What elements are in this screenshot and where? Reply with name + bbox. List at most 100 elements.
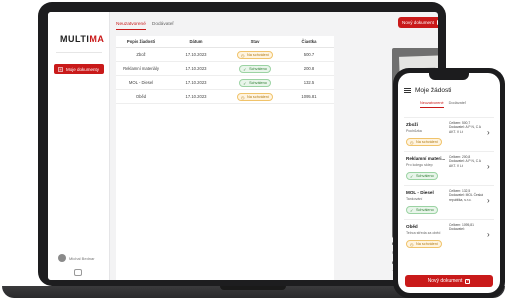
status-text: Schváleno bbox=[416, 208, 434, 212]
card-details: Celkem: 500,7 Dodavatel: A P N, C A AKT.… bbox=[449, 121, 482, 134]
status-text: Schváleno bbox=[249, 80, 267, 85]
status-text: Schváleno bbox=[416, 174, 434, 178]
mobile-header: Moje žádosti bbox=[404, 87, 452, 94]
mobile-list-item[interactable]: Zboží Pochůzka ◷ Na schválení Celkem: 500… bbox=[404, 117, 494, 149]
tab-open[interactable]: Neuzatvorené bbox=[116, 22, 146, 30]
sidebar: MULTIMA Moje dokumenty Michal Bednar bbox=[48, 12, 110, 280]
row-amount: 132.5 bbox=[303, 80, 315, 85]
laptop-base-lip bbox=[220, 286, 286, 290]
card-subtitle: Pochůzka bbox=[406, 129, 422, 133]
user-name: Michal Bednar bbox=[69, 255, 95, 261]
status-badge: ◷ Na schválení bbox=[237, 50, 273, 59]
clock-icon: ◷ bbox=[241, 95, 245, 100]
check-icon: ✓ bbox=[243, 81, 247, 86]
table-row[interactable]: Zbož 17.10.2023 ◷ Na schválení 500.7 bbox=[116, 48, 334, 62]
new-document-button[interactable]: Nový dokument + bbox=[398, 17, 438, 28]
check-icon: ✓ bbox=[243, 67, 247, 72]
laptop-camera-notch bbox=[228, 2, 280, 11]
status-badge: ◷ Na schválení bbox=[406, 240, 442, 248]
chevron-right-icon[interactable]: › bbox=[487, 230, 490, 239]
table-row[interactable]: Oběd 17.10.2023 ◷ Na schválení 1095.81 bbox=[116, 90, 334, 104]
clock-icon: ◷ bbox=[410, 141, 414, 145]
row-description: Zbož bbox=[136, 52, 146, 57]
tab-bar: Neuzatvorené Dodávateľ bbox=[116, 22, 174, 30]
row-status: ✓ Schváleno bbox=[226, 76, 284, 89]
phone-notch bbox=[429, 73, 469, 80]
status-text: Na schválení bbox=[416, 242, 438, 246]
status-badge: ✓ Schváleno bbox=[239, 78, 271, 87]
mobile-list-item[interactable]: Reklamní materi... Pro kolegu sklep ✓ Sch… bbox=[404, 151, 494, 183]
status-badge: ✓ Schváleno bbox=[406, 206, 438, 214]
table-header: Popis žiadosti Dátum Stav Čiastka bbox=[116, 36, 334, 48]
hamburger-menu-icon[interactable] bbox=[404, 88, 411, 93]
requests-table: Popis žiadosti Dátum Stav Čiastka Zbož 1… bbox=[116, 36, 334, 280]
row-status: ✓ Schváleno bbox=[226, 62, 284, 75]
row-description: MOL - Diesel bbox=[128, 80, 154, 85]
card-subtitle: Telrca středa za oběd bbox=[406, 231, 441, 235]
mobile-tab-supplier[interactable]: Dodávateľ bbox=[449, 101, 466, 108]
tab-supplier[interactable]: Dodávateľ bbox=[152, 22, 174, 30]
row-amount: 1095.81 bbox=[301, 94, 317, 99]
user-profile[interactable]: Michal Bednar bbox=[58, 254, 95, 262]
mobile-page-title: Moje žádosti bbox=[415, 87, 452, 94]
status-badge: ◷ Na schválení bbox=[237, 92, 273, 101]
mobile-list-item[interactable]: Oběd Telrca středa za oběd ◷ Na schválení… bbox=[404, 219, 494, 251]
row-date: 17.10.2023 bbox=[185, 80, 207, 85]
row-description: Reklamní materiály bbox=[123, 66, 159, 71]
chevron-right-icon[interactable]: › bbox=[487, 196, 490, 205]
row-date: 17.10.2023 bbox=[185, 52, 207, 57]
phone-screen: Moje žádosti Neuzatvorené Dodávateľ Zbož… bbox=[398, 73, 500, 293]
chevron-right-icon[interactable]: › bbox=[487, 128, 490, 137]
logo-main-text: MULTI bbox=[60, 34, 90, 44]
row-date: 17.10.2023 bbox=[185, 94, 207, 99]
status-text: Na schválení bbox=[416, 140, 438, 144]
row-amount: 200.8 bbox=[303, 66, 315, 71]
sidebar-item-moje-dokumenty[interactable]: Moje dokumenty bbox=[54, 64, 104, 74]
check-icon: ✓ bbox=[410, 209, 414, 213]
status-text: Schváleno bbox=[249, 66, 267, 71]
laptop-screen: MULTIMA Moje dokumenty Michal Bednar Neu… bbox=[48, 12, 438, 280]
new-document-label: Nový dokument bbox=[402, 20, 434, 25]
check-icon: ✓ bbox=[410, 175, 414, 179]
avatar bbox=[58, 254, 66, 262]
column-header-amount[interactable]: Čiastka bbox=[284, 36, 334, 47]
card-title: MOL - Diesel bbox=[406, 190, 434, 195]
status-text: Na schválení bbox=[247, 52, 269, 57]
card-title: Zboží bbox=[406, 122, 418, 127]
chevron-right-icon[interactable]: › bbox=[487, 162, 490, 171]
mobile-tab-open[interactable]: Neuzatvorené bbox=[420, 101, 444, 108]
card-details: Celkem: 200,8 Dodavatel: A P N, C A AKT.… bbox=[449, 155, 482, 168]
status-badge: ✓ Schváleno bbox=[406, 172, 438, 180]
card-title: Oběd bbox=[406, 224, 418, 229]
main-content: Neuzatvorené Dodávateľ Nový dokument + P… bbox=[110, 12, 438, 280]
plus-icon: + bbox=[436, 20, 438, 25]
row-date: 17.10.2023 bbox=[185, 66, 207, 71]
column-header-date[interactable]: Dátum bbox=[166, 36, 226, 47]
card-details: Celkem: 132,5 Dodavatel: MOL Česká repub… bbox=[449, 189, 483, 202]
row-status: ◷ Na schválení bbox=[226, 90, 284, 103]
status-badge: ◷ Na schválení bbox=[406, 138, 442, 146]
mobile-new-document-label: Nový dokument bbox=[427, 278, 463, 284]
table-row[interactable]: MOL - Diesel 17.10.2023 ✓ Schváleno 132.5 bbox=[116, 76, 334, 90]
clock-icon: ◷ bbox=[241, 53, 245, 58]
column-header-description[interactable]: Popis žiadosti bbox=[116, 36, 166, 47]
status-text: Na schválení bbox=[247, 94, 269, 99]
table-row[interactable]: Reklamní materiály 17.10.2023 ✓ Schváleno… bbox=[116, 62, 334, 76]
sidebar-item-label: Moje dokumenty bbox=[66, 66, 100, 72]
mobile-list-item[interactable]: MOL - Diesel Tankování ✓ Schváleno Celkem… bbox=[404, 185, 494, 217]
logo-accent-text: MA bbox=[89, 34, 105, 44]
mobile-new-document-button[interactable]: Nový dokument + bbox=[405, 275, 493, 287]
document-list-icon bbox=[58, 66, 63, 72]
row-status: ◷ Na schválení bbox=[226, 48, 284, 61]
plus-icon: + bbox=[465, 278, 471, 284]
clock-icon: ◷ bbox=[410, 243, 414, 247]
status-badge: ✓ Schváleno bbox=[239, 64, 271, 73]
row-amount: 500.7 bbox=[303, 52, 315, 57]
card-subtitle: Pro kolegu sklep bbox=[406, 163, 433, 167]
row-description: Oběd bbox=[135, 94, 147, 99]
mobile-tab-bar: Neuzatvorené Dodávateľ bbox=[420, 101, 466, 108]
card-subtitle: Tankování bbox=[406, 197, 423, 201]
column-header-status[interactable]: Stav bbox=[226, 36, 284, 47]
app-logo: MULTIMA bbox=[60, 34, 104, 44]
logout-icon[interactable] bbox=[74, 269, 82, 276]
